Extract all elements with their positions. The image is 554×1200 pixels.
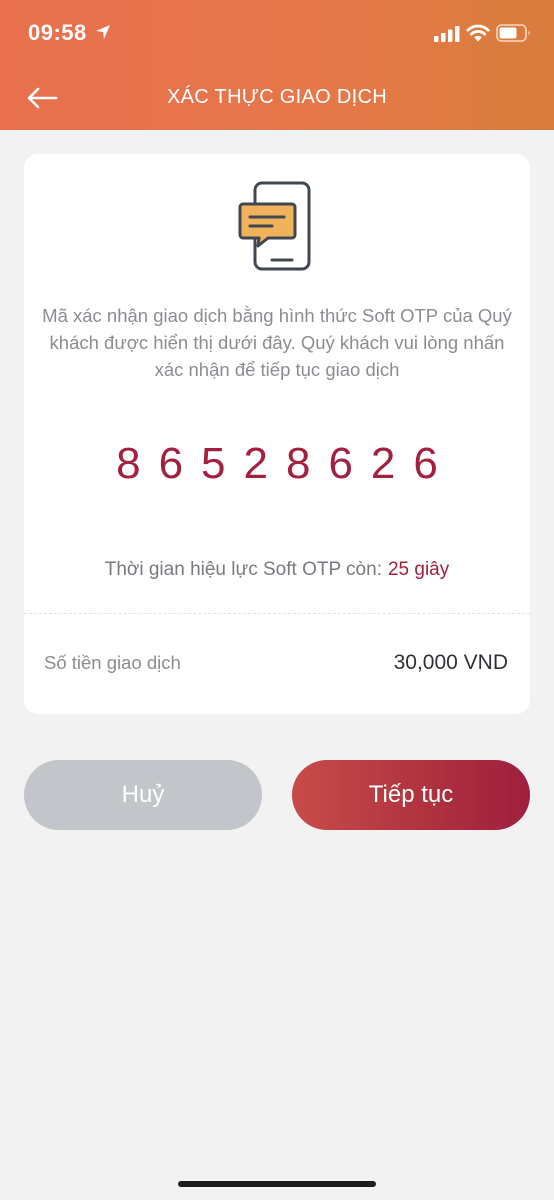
divider	[24, 613, 530, 614]
wifi-icon	[466, 24, 490, 42]
validity-label: Thời gian hiệu lực Soft OTP còn:	[104, 559, 382, 580]
cellular-signal-icon	[434, 26, 460, 42]
otp-instruction-text: Mã xác nhận giao dịch bằng hình thức Sof…	[42, 305, 512, 380]
amount-value: 30,000 VND	[393, 651, 508, 674]
validity-countdown: 25 giây	[387, 559, 450, 580]
home-indicator	[178, 1181, 376, 1187]
otp-code: 86528626	[116, 439, 456, 488]
status-time: 09:58	[28, 20, 87, 45]
battery-icon	[496, 24, 530, 42]
otp-card: Mã xác nhận giao dịch bằng hình thức Sof…	[24, 154, 530, 714]
status-bar: 09:58	[0, 0, 554, 66]
amount-label: Số tiền giao dịch	[44, 652, 181, 673]
continue-button-label: Tiếp tục	[368, 781, 454, 808]
phone-message-icon	[238, 181, 311, 271]
cancel-button[interactable]: Huỷ	[24, 760, 262, 830]
page-title: XÁC THỰC GIAO DỊCH	[167, 86, 387, 108]
location-arrow-icon	[96, 25, 110, 39]
app-header: 09:58 XÁC THỰC GIAO DỊCH	[0, 0, 554, 130]
otp-validity: Thời gian hiệu lực Soft OTP còn: 25 giây	[24, 559, 530, 581]
cancel-button-label: Huỷ	[121, 781, 165, 808]
continue-button[interactable]: Tiếp tục	[292, 760, 530, 830]
